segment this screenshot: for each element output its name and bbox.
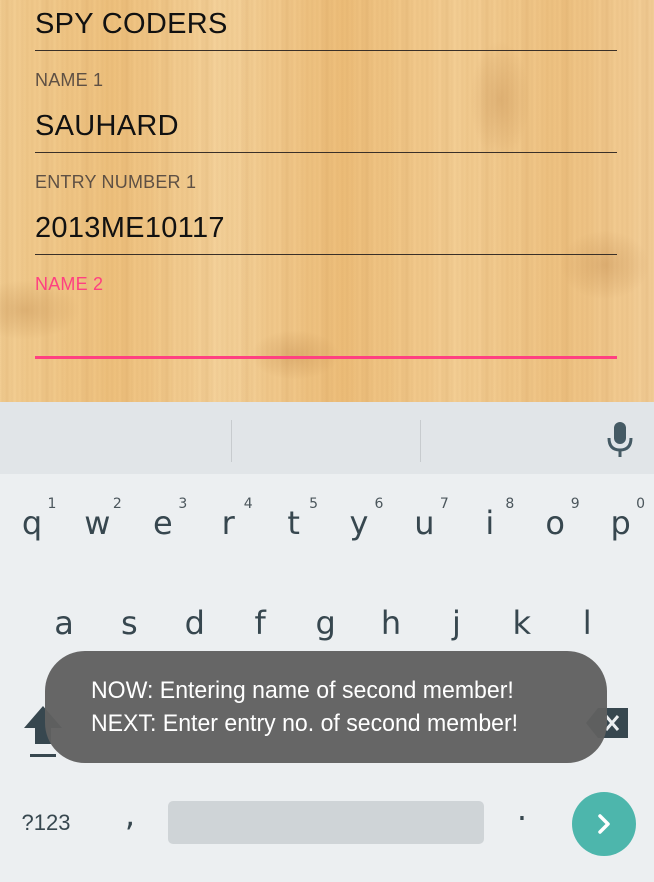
suggestion-bar (0, 402, 654, 474)
key-t[interactable]: 5t (262, 496, 326, 542)
name1-value: SAUHARD (35, 110, 179, 142)
key-o[interactable]: 9o (523, 496, 587, 542)
key-a[interactable]: a (32, 604, 96, 642)
name2-underline (35, 356, 617, 359)
key-i[interactable]: 8i (458, 496, 522, 542)
name2-label: NAME 2 (35, 274, 104, 294)
key-s[interactable]: s (97, 604, 161, 642)
enter-button[interactable] (572, 792, 636, 856)
key-g[interactable]: g (294, 604, 358, 642)
enter-arrow-icon (598, 814, 610, 834)
key-l[interactable]: l (555, 604, 619, 642)
key-q[interactable]: 1q (0, 496, 64, 542)
key-p[interactable]: 0p (589, 496, 653, 542)
team-name-field[interactable]: SPY CODERS (35, 0, 617, 52)
key-k[interactable]: k (490, 604, 554, 642)
comma-key[interactable]: , (98, 796, 162, 834)
key-hint: 0 (636, 496, 646, 512)
suggestion-divider (420, 420, 421, 462)
key-d[interactable]: d (163, 604, 227, 642)
name1-field[interactable]: NAME 1 SAUHARD (35, 66, 617, 154)
key-r[interactable]: 4r (196, 496, 260, 542)
entry1-label: ENTRY NUMBER 1 (35, 172, 197, 192)
team-name-underline (35, 50, 617, 51)
microphone-icon[interactable] (604, 420, 636, 460)
toast-message: NOW: Entering name of second member! NEX… (45, 651, 607, 763)
key-h[interactable]: h (359, 604, 423, 642)
team-name-value: SPY CODERS (35, 8, 228, 40)
key-w[interactable]: 2w (65, 496, 129, 542)
period-key[interactable]: . (490, 790, 554, 828)
toast-line-now: NOW: Entering name of second member! (91, 677, 514, 704)
name1-label: NAME 1 (35, 70, 104, 90)
key-u[interactable]: 7u (392, 496, 456, 542)
key-e[interactable]: 3e (131, 496, 195, 542)
name2-field[interactable]: NAME 2 (35, 270, 617, 362)
key-j[interactable]: j (424, 604, 488, 642)
key-y[interactable]: 6y (327, 496, 391, 542)
form-area: SPY CODERS NAME 1 SAUHARD ENTRY NUMBER 1… (0, 0, 654, 402)
entry1-underline (35, 254, 617, 255)
name1-underline (35, 152, 617, 153)
symbols-key[interactable]: ?123 (14, 810, 78, 836)
toast-line-next: NEXT: Enter entry no. of second member! (91, 710, 519, 737)
suggestion-divider (231, 420, 232, 462)
entry1-field[interactable]: ENTRY NUMBER 1 2013ME10117 (35, 168, 617, 256)
key-f[interactable]: f (228, 604, 292, 642)
entry1-value: 2013ME10117 (35, 212, 225, 244)
space-key[interactable] (168, 801, 484, 844)
